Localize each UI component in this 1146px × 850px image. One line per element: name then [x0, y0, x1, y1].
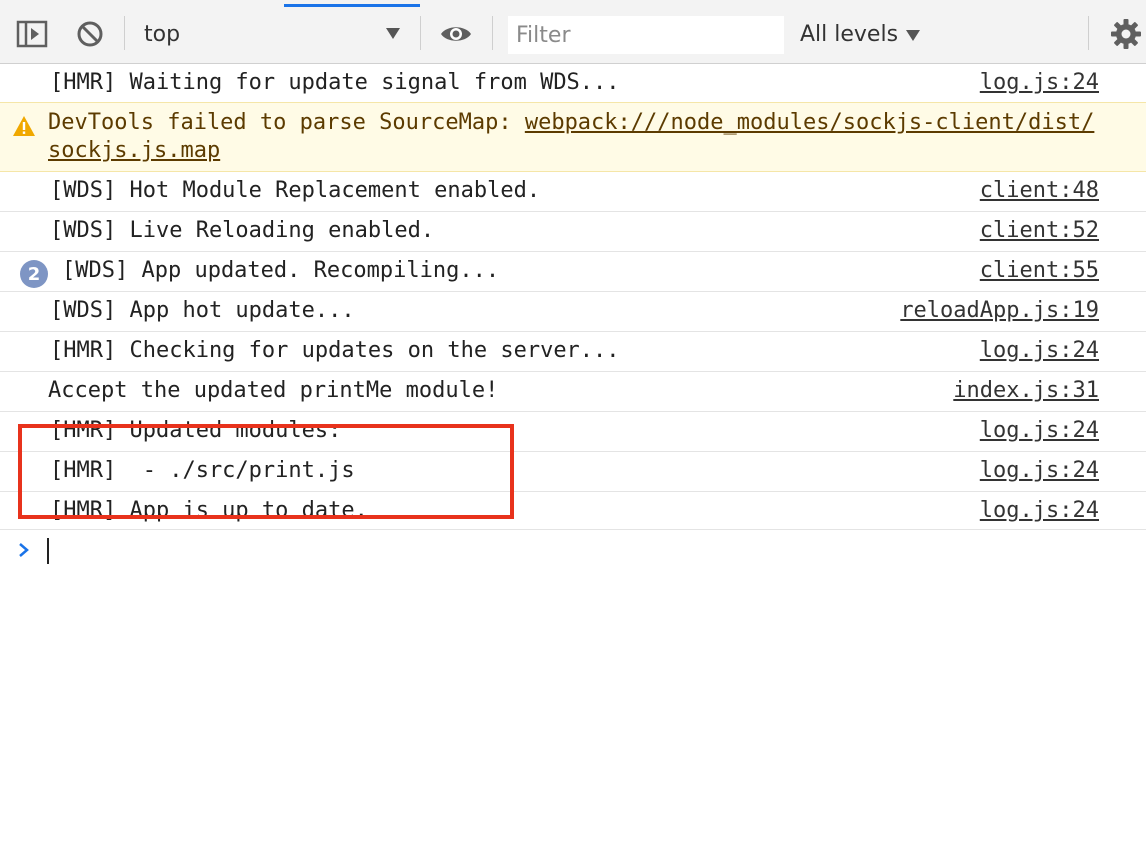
sidebar-toggle-button[interactable]	[10, 14, 54, 54]
log-levels-dropdown[interactable]: All levels	[800, 14, 930, 54]
message-text: [HMR] Waiting for update signal from WDS…	[50, 70, 620, 95]
console-input-cursor[interactable]	[47, 538, 49, 564]
log-levels-label: All levels	[800, 21, 899, 47]
message-text: [HMR] Updated modules:	[50, 418, 342, 443]
console-message: [WDS] App hot update... reloadApp.js:19	[0, 292, 1146, 332]
console-message: [HMR] - ./src/print.js log.js:24	[0, 452, 1146, 492]
message-text: [HMR] Checking for updates on the server…	[50, 338, 620, 363]
toolbar-separator	[420, 16, 421, 50]
source-link[interactable]: client:52	[980, 218, 1099, 243]
filter-input[interactable]	[508, 16, 784, 54]
source-link[interactable]: client:48	[980, 178, 1099, 203]
source-link[interactable]: reloadApp.js:19	[900, 298, 1099, 323]
message-text: [WDS] Live Reloading enabled.	[50, 218, 435, 243]
devtools-console: top All levels	[0, 0, 1146, 850]
context-value: top	[144, 21, 181, 47]
toolbar-separator	[492, 16, 493, 50]
clear-console-icon	[77, 21, 103, 47]
clear-console-button[interactable]	[70, 14, 110, 54]
console-message: [HMR] Updated modules: log.js:24	[0, 412, 1146, 452]
console-messages: [HMR] Waiting for update signal from WDS…	[0, 64, 1146, 850]
source-link[interactable]: log.js:24	[980, 338, 1099, 363]
live-expression-button[interactable]	[434, 14, 478, 54]
console-message: [HMR] Checking for updates on the server…	[0, 332, 1146, 372]
message-text: [WDS] Hot Module Replacement enabled.	[50, 178, 541, 203]
warning-text: DevTools failed to parse SourceMap: webp…	[48, 109, 1098, 165]
console-settings-button[interactable]	[1106, 14, 1146, 54]
context-dropdown-icon	[386, 28, 400, 39]
console-message: 2 [WDS] App updated. Recompiling... clie…	[0, 252, 1146, 292]
toolbar-separator	[1088, 16, 1089, 50]
repeat-count-badge: 2	[20, 260, 48, 288]
eye-icon	[441, 27, 471, 41]
source-link[interactable]: log.js:24	[980, 70, 1099, 95]
warning-message: DevTools failed to parse SourceMap:	[48, 110, 525, 135]
console-message: [WDS] Live Reloading enabled. client:52	[0, 212, 1146, 252]
console-message: [HMR] Waiting for update signal from WDS…	[0, 64, 1146, 104]
message-text: Accept the updated printMe module!	[48, 378, 499, 403]
warning-icon	[13, 116, 35, 136]
message-text: [WDS] App hot update...	[50, 298, 355, 323]
active-tab-indicator	[284, 4, 420, 7]
console-message: [WDS] Hot Module Replacement enabled. cl…	[0, 172, 1146, 212]
gear-icon	[1111, 19, 1141, 49]
context-select[interactable]: top	[134, 14, 412, 54]
message-text: [HMR] - ./src/print.js	[50, 458, 355, 483]
sidebar-toggle-icon	[16, 20, 48, 48]
console-warning-message: DevTools failed to parse SourceMap: webp…	[0, 102, 1146, 172]
message-text: [WDS] App updated. Recompiling...	[62, 258, 500, 283]
console-prompt[interactable]	[0, 530, 1146, 570]
source-link[interactable]: log.js:24	[980, 458, 1099, 483]
message-text: [HMR] App is up to date.	[50, 498, 368, 523]
toolbar-separator	[124, 16, 125, 50]
console-message: [HMR] App is up to date. log.js:24	[0, 492, 1146, 530]
log-levels-dropdown-icon	[906, 29, 921, 41]
console-message: Accept the updated printMe module! index…	[0, 372, 1146, 412]
source-link[interactable]: log.js:24	[980, 498, 1099, 523]
source-link[interactable]: index.js:31	[953, 378, 1099, 403]
source-link[interactable]: log.js:24	[980, 418, 1099, 443]
source-link[interactable]: client:55	[980, 258, 1099, 283]
chevron-right-icon	[19, 543, 29, 557]
console-toolbar: top All levels	[0, 0, 1146, 64]
